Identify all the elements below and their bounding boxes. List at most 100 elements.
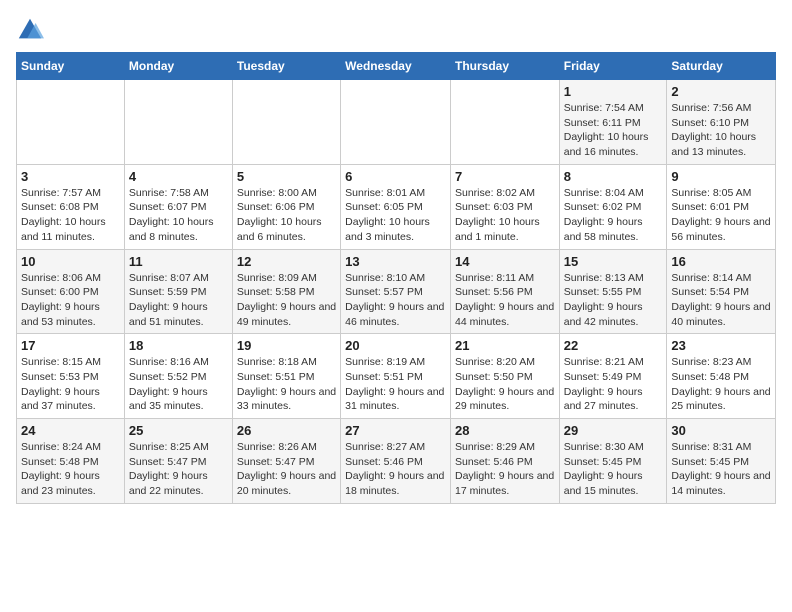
day-cell: 12 Sunrise: 8:09 AM Sunset: 5:58 PM Dayli… <box>232 249 340 334</box>
day-info: Sunrise: 8:04 AM Sunset: 6:02 PM Dayligh… <box>564 186 663 245</box>
day-cell: 20 Sunrise: 8:19 AM Sunset: 5:51 PM Dayli… <box>341 334 451 419</box>
day-cell: 14 Sunrise: 8:11 AM Sunset: 5:56 PM Dayli… <box>450 249 559 334</box>
week-row-5: 24Sunrise: 8:24 AM Sunset: 5:48 PM Dayli… <box>17 419 776 504</box>
day-cell: 2 Sunrise: 7:56 AM Sunset: 6:10 PM Daylig… <box>667 80 776 165</box>
day-info: Sunrise: 8:05 AM Sunset: 6:01 PM Dayligh… <box>671 186 771 245</box>
day-cell: 1 Sunrise: 7:54 AM Sunset: 6:11 PM Daylig… <box>559 80 667 165</box>
day-number: 21 <box>455 338 555 353</box>
day-cell: 24Sunrise: 8:24 AM Sunset: 5:48 PM Dayli… <box>17 419 125 504</box>
day-cell: 5 Sunrise: 8:00 AM Sunset: 6:06 PM Daylig… <box>232 164 340 249</box>
day-cell: 11Sunrise: 8:07 AM Sunset: 5:59 PM Dayli… <box>124 249 232 334</box>
day-info: Sunrise: 8:24 AM Sunset: 5:48 PM Dayligh… <box>21 440 120 499</box>
day-info: Sunrise: 8:18 AM Sunset: 5:51 PM Dayligh… <box>237 355 336 414</box>
day-cell: 10 Sunrise: 8:06 AM Sunset: 6:00 PM Dayli… <box>17 249 125 334</box>
day-header-thursday: Thursday <box>450 53 559 80</box>
day-number: 22 <box>564 338 663 353</box>
calendar-table: SundayMondayTuesdayWednesdayThursdayFrid… <box>16 52 776 504</box>
day-cell: 9 Sunrise: 8:05 AM Sunset: 6:01 PM Daylig… <box>667 164 776 249</box>
page-header <box>16 16 776 44</box>
day-number: 23 <box>671 338 771 353</box>
day-info: Sunrise: 8:25 AM Sunset: 5:47 PM Dayligh… <box>129 440 228 499</box>
day-cell: 7Sunrise: 8:02 AM Sunset: 6:03 PM Daylig… <box>450 164 559 249</box>
day-cell: 19 Sunrise: 8:18 AM Sunset: 5:51 PM Dayli… <box>232 334 340 419</box>
day-number: 19 <box>237 338 336 353</box>
day-cell: 25 Sunrise: 8:25 AM Sunset: 5:47 PM Dayli… <box>124 419 232 504</box>
day-info: Sunrise: 8:19 AM Sunset: 5:51 PM Dayligh… <box>345 355 446 414</box>
day-header-saturday: Saturday <box>667 53 776 80</box>
day-info: Sunrise: 8:06 AM Sunset: 6:00 PM Dayligh… <box>21 271 120 330</box>
day-cell: 13 Sunrise: 8:10 AM Sunset: 5:57 PM Dayli… <box>341 249 451 334</box>
day-info: Sunrise: 8:15 AM Sunset: 5:53 PM Dayligh… <box>21 355 120 414</box>
day-info: Sunrise: 8:13 AM Sunset: 5:55 PM Dayligh… <box>564 271 663 330</box>
day-header-monday: Monday <box>124 53 232 80</box>
day-info: Sunrise: 8:27 AM Sunset: 5:46 PM Dayligh… <box>345 440 446 499</box>
day-number: 9 <box>671 169 771 184</box>
day-cell: 21 Sunrise: 8:20 AM Sunset: 5:50 PM Dayli… <box>450 334 559 419</box>
day-info: Sunrise: 8:14 AM Sunset: 5:54 PM Dayligh… <box>671 271 771 330</box>
day-cell: 8 Sunrise: 8:04 AM Sunset: 6:02 PM Daylig… <box>559 164 667 249</box>
day-number: 10 <box>21 254 120 269</box>
day-number: 1 <box>564 84 663 99</box>
day-cell <box>17 80 125 165</box>
day-cell: 28 Sunrise: 8:29 AM Sunset: 5:46 PM Dayli… <box>450 419 559 504</box>
day-cell: 23 Sunrise: 8:23 AM Sunset: 5:48 PM Dayli… <box>667 334 776 419</box>
day-info: Sunrise: 7:58 AM Sunset: 6:07 PM Dayligh… <box>129 186 228 245</box>
day-cell: 22 Sunrise: 8:21 AM Sunset: 5:49 PM Dayli… <box>559 334 667 419</box>
day-number: 2 <box>671 84 771 99</box>
day-number: 5 <box>237 169 336 184</box>
day-number: 6 <box>345 169 446 184</box>
day-info: Sunrise: 8:20 AM Sunset: 5:50 PM Dayligh… <box>455 355 555 414</box>
day-number: 26 <box>237 423 336 438</box>
day-info: Sunrise: 8:29 AM Sunset: 5:46 PM Dayligh… <box>455 440 555 499</box>
day-header-wednesday: Wednesday <box>341 53 451 80</box>
week-row-1: 1 Sunrise: 7:54 AM Sunset: 6:11 PM Daylig… <box>17 80 776 165</box>
day-info: Sunrise: 8:11 AM Sunset: 5:56 PM Dayligh… <box>455 271 555 330</box>
day-number: 17 <box>21 338 120 353</box>
day-number: 3 <box>21 169 120 184</box>
day-number: 30 <box>671 423 771 438</box>
day-number: 13 <box>345 254 446 269</box>
day-number: 12 <box>237 254 336 269</box>
week-row-4: 17 Sunrise: 8:15 AM Sunset: 5:53 PM Dayli… <box>17 334 776 419</box>
days-header-row: SundayMondayTuesdayWednesdayThursdayFrid… <box>17 53 776 80</box>
day-cell: 15 Sunrise: 8:13 AM Sunset: 5:55 PM Dayli… <box>559 249 667 334</box>
week-row-2: 3 Sunrise: 7:57 AM Sunset: 6:08 PM Daylig… <box>17 164 776 249</box>
day-number: 27 <box>345 423 446 438</box>
day-number: 4 <box>129 169 228 184</box>
day-cell: 4 Sunrise: 7:58 AM Sunset: 6:07 PM Daylig… <box>124 164 232 249</box>
day-info: Sunrise: 7:56 AM Sunset: 6:10 PM Dayligh… <box>671 101 771 160</box>
day-cell: 16 Sunrise: 8:14 AM Sunset: 5:54 PM Dayli… <box>667 249 776 334</box>
day-number: 15 <box>564 254 663 269</box>
day-number: 7 <box>455 169 555 184</box>
day-number: 20 <box>345 338 446 353</box>
day-number: 25 <box>129 423 228 438</box>
day-info: Sunrise: 8:31 AM Sunset: 5:45 PM Dayligh… <box>671 440 771 499</box>
day-cell: 27 Sunrise: 8:27 AM Sunset: 5:46 PM Dayli… <box>341 419 451 504</box>
logo-icon <box>16 16 44 44</box>
day-header-sunday: Sunday <box>17 53 125 80</box>
day-cell: 29Sunrise: 8:30 AM Sunset: 5:45 PM Dayli… <box>559 419 667 504</box>
day-info: Sunrise: 8:30 AM Sunset: 5:45 PM Dayligh… <box>564 440 663 499</box>
day-cell <box>341 80 451 165</box>
day-info: Sunrise: 8:23 AM Sunset: 5:48 PM Dayligh… <box>671 355 771 414</box>
day-cell <box>450 80 559 165</box>
day-cell: 17 Sunrise: 8:15 AM Sunset: 5:53 PM Dayli… <box>17 334 125 419</box>
day-cell: 18Sunrise: 8:16 AM Sunset: 5:52 PM Dayli… <box>124 334 232 419</box>
day-info: Sunrise: 8:00 AM Sunset: 6:06 PM Dayligh… <box>237 186 336 245</box>
day-number: 8 <box>564 169 663 184</box>
day-cell: 6 Sunrise: 8:01 AM Sunset: 6:05 PM Daylig… <box>341 164 451 249</box>
day-info: Sunrise: 8:01 AM Sunset: 6:05 PM Dayligh… <box>345 186 446 245</box>
day-number: 28 <box>455 423 555 438</box>
day-info: Sunrise: 8:09 AM Sunset: 5:58 PM Dayligh… <box>237 271 336 330</box>
week-row-3: 10 Sunrise: 8:06 AM Sunset: 6:00 PM Dayli… <box>17 249 776 334</box>
day-cell <box>124 80 232 165</box>
day-number: 16 <box>671 254 771 269</box>
day-number: 14 <box>455 254 555 269</box>
day-number: 11 <box>129 254 228 269</box>
day-info: Sunrise: 7:57 AM Sunset: 6:08 PM Dayligh… <box>21 186 120 245</box>
day-info: Sunrise: 8:10 AM Sunset: 5:57 PM Dayligh… <box>345 271 446 330</box>
day-info: Sunrise: 8:21 AM Sunset: 5:49 PM Dayligh… <box>564 355 663 414</box>
day-cell: 30 Sunrise: 8:31 AM Sunset: 5:45 PM Dayli… <box>667 419 776 504</box>
day-info: Sunrise: 8:26 AM Sunset: 5:47 PM Dayligh… <box>237 440 336 499</box>
day-info: Sunrise: 7:54 AM Sunset: 6:11 PM Dayligh… <box>564 101 663 160</box>
